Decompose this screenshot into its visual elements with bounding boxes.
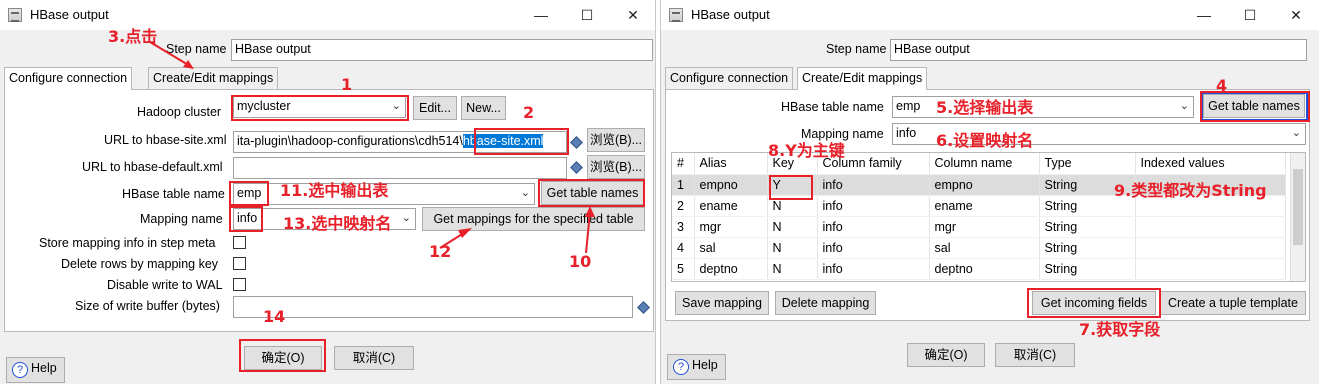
table-row[interactable]: 3 mgr N info mgr String [672,216,1286,238]
alias-cell[interactable]: deptno [694,258,768,280]
mapping-table[interactable]: # Alias Key Column family Column name Ty… [671,152,1306,282]
tab-create-edit-mappings[interactable]: Create/Edit mappings [797,67,928,90]
annotation-5: 5.选择输出表 [936,98,1034,117]
table-row[interactable]: 5 deptno N info deptno String [672,258,1286,280]
column-family-cell[interactable]: info [817,216,930,238]
table-name-value: emp [896,99,921,113]
help-icon: ? [673,359,689,375]
dropdown-arrow-icon: ⌄ [1179,100,1189,112]
help-button[interactable]: ? Help [667,354,726,380]
hbase-app-icon [669,8,683,22]
column-name-cell[interactable]: mgr [929,216,1040,238]
column-family-cell[interactable]: info [817,174,930,196]
annotation-7: 7.获取字段 [1079,320,1161,339]
table-scrollbar[interactable] [1290,153,1305,281]
indexed-values-cell[interactable] [1135,237,1286,259]
maximize-icon[interactable]: ☐ [1227,0,1273,30]
right-dialog: HBase output — ☐ ✕ Step name HBase outpu… [661,0,1319,384]
type-cell[interactable]: String [1039,216,1136,238]
mapping-name-value: info [896,126,917,140]
column-family-cell[interactable]: info [817,237,930,259]
alias-cell[interactable]: sal [694,237,768,259]
get-table-names-button[interactable]: Get table names [1203,94,1305,118]
key-cell[interactable]: N [767,195,818,217]
column-header[interactable]: Indexed values [1135,153,1286,175]
table-row[interactable]: 4 sal N info sal String [672,237,1286,259]
type-cell[interactable]: String [1039,237,1136,259]
key-cell[interactable]: N [767,216,818,238]
type-cell[interactable]: String [1039,258,1136,280]
annotation-9: 9.类型都改为String [1114,181,1267,200]
get-incoming-fields-button[interactable]: Get incoming fields [1032,291,1156,315]
dropdown-arrow-icon: ⌄ [1291,127,1301,139]
column-family-cell[interactable]: info [817,258,930,280]
window-title: HBase output [691,7,770,22]
column-name-cell[interactable]: ename [929,195,1040,217]
row-number: 2 [672,195,695,217]
cancel-button[interactable]: 取消(C) [995,343,1075,367]
column-header[interactable]: Type [1039,153,1136,175]
scrollbar-thumb[interactable] [1293,169,1303,245]
step-name-label: Step name [826,42,887,56]
create-tuple-template-button[interactable]: Create a tuple template [1160,291,1306,315]
indexed-values-cell[interactable] [1135,258,1286,280]
help-label: Help [692,358,718,372]
key-cell[interactable]: N [767,237,818,259]
key-cell[interactable]: Y [767,174,818,196]
step-name-input[interactable]: HBase output [890,39,1307,61]
column-header[interactable]: Alias [694,153,768,175]
row-number: 1 [672,174,695,196]
column-name-cell[interactable]: sal [929,237,1040,259]
key-cell[interactable]: N [767,258,818,280]
close-icon[interactable]: ✕ [1273,0,1319,30]
row-number: 3 [672,216,695,238]
title-bar: HBase output — ☐ ✕ [661,0,1319,30]
column-header[interactable]: # [672,153,695,175]
column-name-cell[interactable]: empno [929,174,1040,196]
alias-cell[interactable]: empno [694,174,768,196]
tab-configure-connection[interactable]: Configure connection [4,67,133,90]
save-mapping-button[interactable]: Save mapping [675,291,769,315]
column-name-cell[interactable]: deptno [929,258,1040,280]
minimize-icon[interactable]: — [1181,0,1227,30]
column-family-cell[interactable]: info [817,195,930,217]
indexed-values-cell[interactable] [1135,216,1286,238]
ok-button[interactable]: 确定(O) [907,343,985,367]
alias-cell[interactable]: ename [694,195,768,217]
annotation-6: 6.设置映射名 [936,131,1034,150]
annotation-8: 8.Y为主键 [768,141,845,160]
row-number: 5 [672,258,695,280]
delete-mapping-button[interactable]: Delete mapping [775,291,876,315]
table-header: # Alias Key Column family Column name Ty… [672,153,1286,175]
annotation-arrows [149,41,595,254]
column-header[interactable]: Column name [929,153,1040,175]
left-dialog: HBase output — ☐ ✕ Step name HBase outpu… [0,0,655,384]
table-name-label: HBase table name [781,100,884,114]
alias-cell[interactable]: mgr [694,216,768,238]
row-number: 4 [672,237,695,259]
annotation-4: 4 [1216,76,1228,95]
tab-configure-connection[interactable]: Configure connection [665,67,794,89]
